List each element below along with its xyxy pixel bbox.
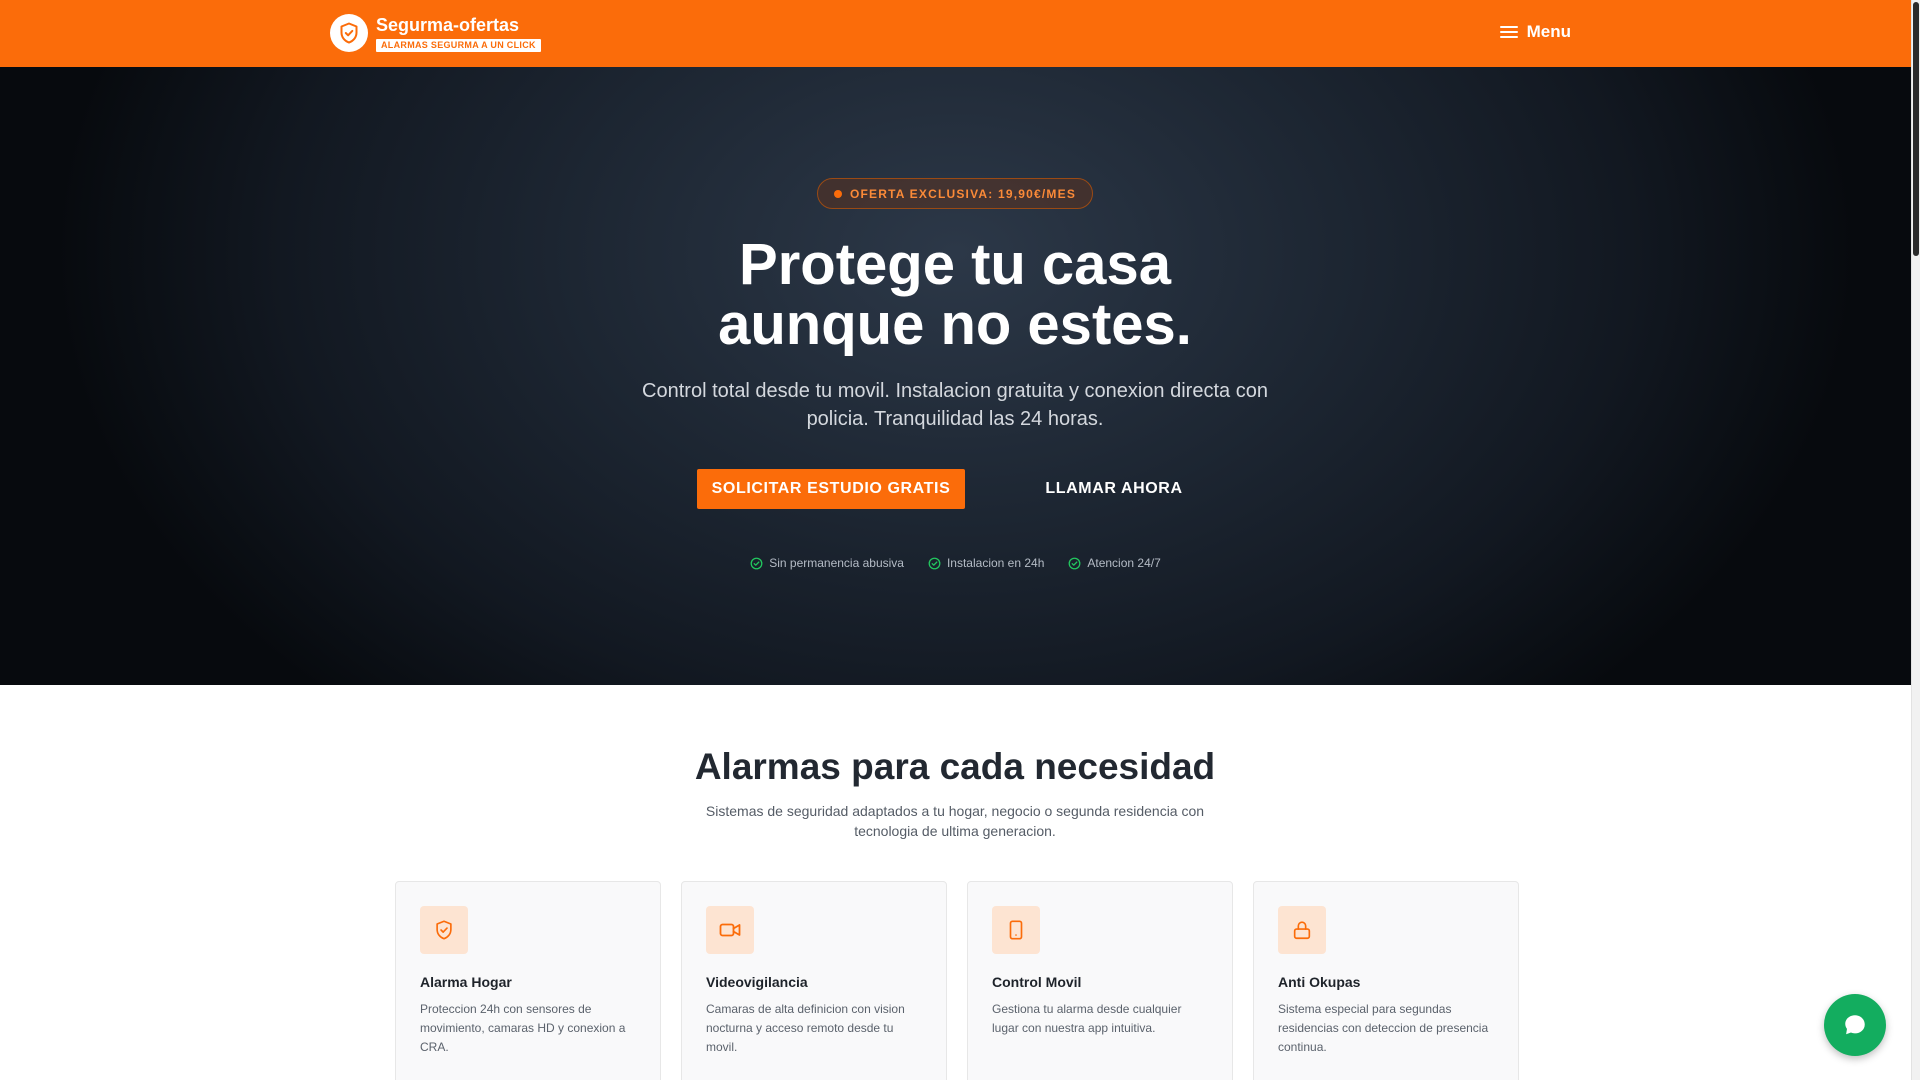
shield-check-icon — [420, 906, 468, 954]
card-description: Gestiona tu alarma desde cualquier lugar… — [992, 1002, 1182, 1035]
video-camera-icon — [706, 906, 754, 954]
service-card-alarma-hogar[interactable]: Alarma Hogar Proteccion 24h con sensores… — [395, 881, 661, 1080]
service-cards: Alarma Hogar Proteccion 24h con sensores… — [395, 881, 1519, 1080]
perk-item: Sin permanencia abusiva — [750, 556, 904, 570]
check-circle-icon — [928, 557, 941, 569]
perks-list: Sin permanencia abusiva Instalacion en 2… — [0, 556, 1911, 570]
hero-title: Protege tu casa aunque no estes. — [555, 235, 1355, 355]
hero-section: OFERTA EXCLUSIVA: 19,90€/MES Protege tu … — [0, 67, 1911, 685]
lock-icon — [1278, 906, 1326, 954]
chat-widget — [1824, 994, 1920, 1060]
brand-name: Segurma-ofertas — [376, 14, 520, 35]
card-title: Control Movil — [992, 974, 1082, 990]
badge-dot — [833, 189, 842, 198]
chat-button[interactable] — [1824, 994, 1886, 1056]
card-title: Anti Okupas — [1278, 974, 1361, 990]
card-title: Videovigilancia — [706, 974, 808, 990]
offer-badge: OFERTA EXCLUSIVA: 19,90€/MES — [817, 178, 1093, 209]
service-card-control-movil[interactable]: Control Movil Gestiona tu alarma desde c… — [967, 881, 1233, 1080]
check-circle-icon — [750, 557, 763, 569]
check-circle-icon — [1068, 557, 1081, 569]
chat-bubble-icon — [1845, 1015, 1865, 1035]
site-header: Segurma-ofertas ALARMAS SEGURMA A UN CLI… — [0, 0, 1911, 67]
card-description: Proteccion 24h con sensores de movimient… — [420, 1002, 626, 1054]
request-study-button[interactable]: SOLICITAR ESTUDIO GRATIS — [697, 469, 965, 509]
menu-label: Menu — [1526, 22, 1571, 41]
offer-badge-text: OFERTA EXCLUSIVA: 19,90€/MES — [849, 186, 1077, 201]
brand-tagline: ALARMAS SEGURMA A UN CLICK — [376, 38, 541, 52]
perk-label: Atencion 24/7 — [1087, 556, 1161, 570]
card-title: Alarma Hogar — [420, 974, 512, 990]
perk-label: Sin permanencia abusiva — [769, 556, 904, 570]
perk-item: Atencion 24/7 — [1068, 556, 1161, 570]
card-description: Sistema especial para segundas residenci… — [1278, 1002, 1489, 1054]
page-scrollbar[interactable] — [1911, 0, 1920, 1080]
hero-subtitle: Control total desde tu movil. Instalacio… — [642, 380, 1268, 430]
shield-check-icon — [330, 14, 368, 52]
logo-text: Segurma-ofertas ALARMAS SEGURMA A UN CLI… — [376, 15, 541, 52]
perk-label: Instalacion en 24h — [946, 556, 1045, 570]
services-title: Alarmas para cada necesidad — [694, 746, 1216, 787]
hamburger-icon — [1499, 26, 1518, 38]
hero-title-line1: Protege tu casa — [739, 232, 1171, 297]
services-subtitle: Sistemas de seguridad adaptados a tu hog… — [705, 803, 1205, 839]
scrollbar-thumb[interactable] — [1913, 2, 1919, 256]
menu-button[interactable]: Menu — [1499, 22, 1571, 42]
hero-title-line2: aunque no estes. — [718, 292, 1192, 357]
service-card-videovigilancia[interactable]: Videovigilancia Camaras de alta definici… — [681, 881, 947, 1080]
smartphone-icon — [992, 906, 1040, 954]
perk-item: Instalacion en 24h — [928, 556, 1044, 570]
card-description: Camaras de alta definicion con vision no… — [706, 1002, 905, 1054]
logo[interactable]: Segurma-ofertas ALARMAS SEGURMA A UN CLI… — [330, 14, 541, 52]
call-now-button[interactable]: LLAMAR AHORA — [1010, 469, 1218, 509]
service-card-anti-okupas[interactable]: Anti Okupas Sistema especial para segund… — [1253, 881, 1519, 1080]
